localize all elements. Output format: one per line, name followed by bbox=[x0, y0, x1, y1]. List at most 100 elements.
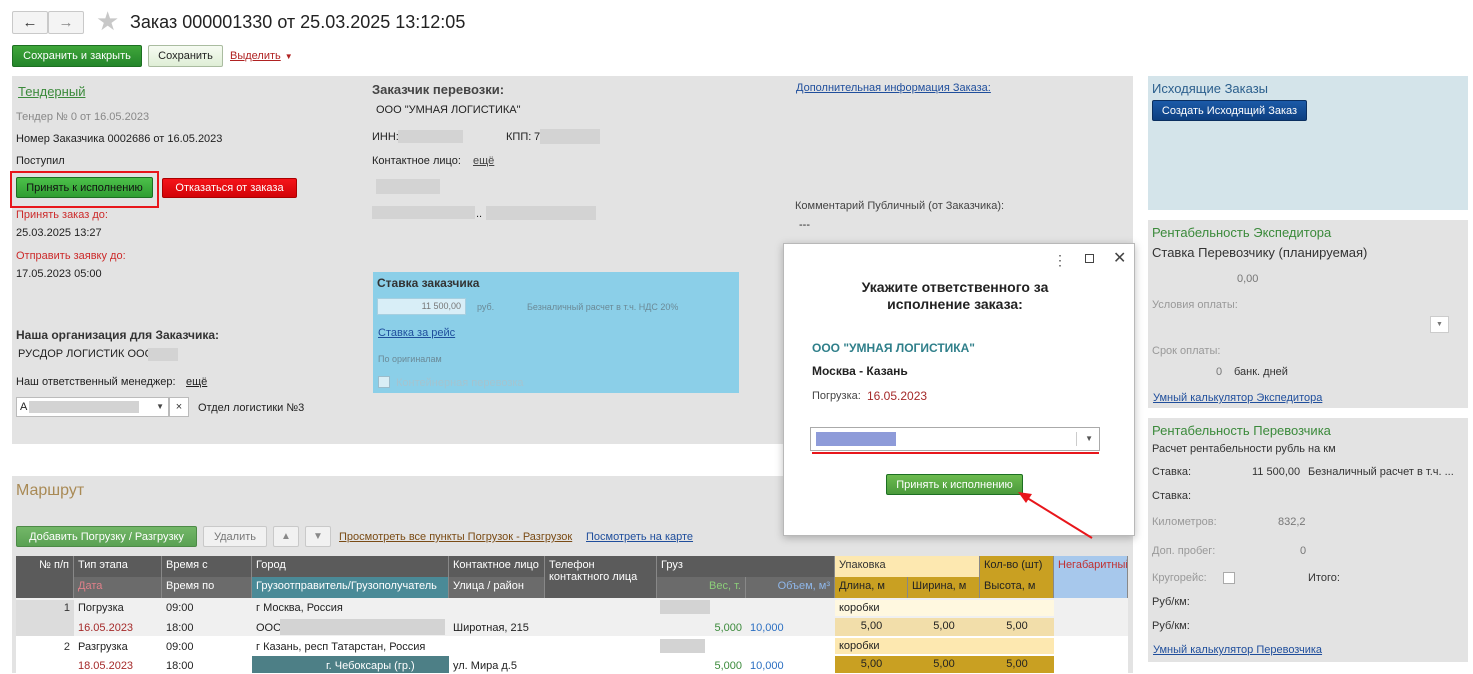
col-time-to: Время по bbox=[162, 577, 252, 598]
row1-time-from: 09:00 bbox=[166, 602, 194, 614]
favorite-star-icon[interactable]: ★ bbox=[96, 6, 119, 37]
our-org-value: РУСДОР ЛОГИСТИК ООО bbox=[18, 348, 154, 360]
row2-date: 18.05.2023 bbox=[78, 660, 134, 672]
pay-terms-select[interactable]: ▼ bbox=[1430, 316, 1449, 333]
rate-payment: Безналичный расчет в т.ч. НДС 20% bbox=[527, 302, 679, 312]
row2-volume: 10,000 bbox=[750, 660, 784, 672]
customer-title: Заказчик перевозки: bbox=[372, 82, 505, 97]
row2-street: ул. Мира д.5 bbox=[453, 660, 517, 672]
col-time-from: Время с bbox=[162, 556, 252, 577]
row2-no: 2 bbox=[63, 641, 70, 653]
col-width: Ширина, м bbox=[908, 577, 980, 598]
required-underline bbox=[812, 452, 1099, 454]
redacted-block bbox=[148, 348, 178, 361]
redacted-block bbox=[660, 639, 705, 653]
container-label: Контейнерная перевозка bbox=[396, 377, 524, 389]
move-up-button[interactable]: ▲ bbox=[273, 526, 299, 547]
row1-pack: коробки bbox=[835, 600, 1054, 616]
manager-more-link[interactable]: ещё bbox=[186, 376, 207, 388]
more-icon[interactable]: ⋮ bbox=[1053, 252, 1067, 269]
row2-pack: коробки bbox=[835, 638, 1054, 654]
status-badge: Поступил bbox=[16, 155, 65, 167]
forward-button[interactable]: → bbox=[48, 11, 84, 34]
round-trip-label: Кругорейс: bbox=[1152, 572, 1207, 584]
delete-stop-button[interactable]: Удалить bbox=[203, 526, 267, 547]
create-outgoing-button[interactable]: Создать Исходящий Заказ bbox=[1152, 100, 1307, 121]
row1-time-to: 18:00 bbox=[166, 622, 194, 634]
redacted-block bbox=[280, 619, 445, 635]
save-button[interactable]: Сохранить bbox=[148, 45, 223, 67]
page-title: Заказ 000001330 от 25.03.2025 13:12:05 bbox=[130, 12, 466, 32]
close-icon: × bbox=[175, 401, 183, 413]
accept-until-label: Принять заказ до: bbox=[16, 209, 108, 221]
row1-date: 16.05.2023 bbox=[78, 622, 134, 634]
rate-title: Ставка заказчика bbox=[377, 276, 480, 290]
inn-label: ИНН: bbox=[372, 131, 399, 143]
customer-name: ООО "УМНАЯ ЛОГИСТИКА" bbox=[376, 104, 521, 116]
expeditor-calc-link[interactable]: Умный калькулятор Экспедитора bbox=[1153, 392, 1322, 404]
responsible-select[interactable]: ▼ bbox=[810, 427, 1100, 451]
km-value: 832,2 bbox=[1278, 516, 1306, 528]
tender-number: Тендер № 0 от 16.05.2023 bbox=[16, 111, 150, 123]
manager-label: Наш ответственный менеджер: bbox=[16, 376, 176, 388]
view-map-link[interactable]: Посмотреть на карте bbox=[586, 531, 693, 543]
col-phone: Телефон контактного лица bbox=[545, 556, 657, 598]
col-date: Дата bbox=[74, 577, 162, 598]
phone-separator: .. bbox=[476, 208, 483, 220]
extra-info-link[interactable]: Дополнительная информация Заказа: bbox=[796, 82, 991, 94]
col-height: Высота, м bbox=[980, 577, 1054, 598]
extra-mileage-label: Доп. пробег: bbox=[1152, 545, 1216, 557]
move-down-button[interactable]: ▼ bbox=[305, 526, 331, 547]
pay-terms-label: Условия оплаты: bbox=[1152, 299, 1238, 311]
send-until-label: Отправить заявку до: bbox=[16, 250, 126, 262]
rub-km-label-2: Руб/км: bbox=[1152, 620, 1190, 632]
arrow-right-icon: → bbox=[58, 14, 74, 31]
row2-city: г Казань, респ Татарстан, Россия bbox=[256, 641, 426, 653]
add-stop-button[interactable]: Добавить Погрузку / Разгрузку bbox=[16, 526, 197, 547]
view-points-link[interactable]: Просмотреть все пункты Погрузок - Разгру… bbox=[339, 531, 572, 543]
arrow-left-icon: ← bbox=[22, 14, 38, 31]
row2-height: 5,00 bbox=[980, 656, 1054, 673]
manager-select[interactable]: А ▼ bbox=[16, 397, 169, 417]
row1-no: 1 bbox=[16, 600, 74, 636]
decline-order-button[interactable]: Отказаться от заказа bbox=[162, 178, 297, 198]
col-contact: Контактное лицо bbox=[449, 556, 545, 577]
select-menu[interactable]: Выделить ▼ bbox=[230, 50, 293, 62]
col-weight: Вес, т. bbox=[657, 577, 746, 598]
back-button[interactable]: ← bbox=[12, 11, 48, 34]
select-divider bbox=[1076, 432, 1077, 446]
department-label: Отдел логистики №3 bbox=[198, 402, 305, 414]
redacted-block bbox=[376, 179, 440, 194]
row2-length: 5,00 bbox=[835, 656, 908, 673]
rate-per-trip-link[interactable]: Ставка за рейс bbox=[378, 327, 455, 339]
round-trip-checkbox[interactable] bbox=[1223, 572, 1235, 584]
accept-order-button[interactable]: Принять к исполнению bbox=[16, 177, 153, 198]
arrow-down-icon: ▼ bbox=[313, 531, 323, 542]
expeditor-title: Рентабельность Экспедитора bbox=[1152, 225, 1332, 240]
contact-more-link[interactable]: ещё bbox=[473, 155, 494, 167]
dialog-accept-button[interactable]: Принять к исполнению bbox=[886, 474, 1023, 495]
row1-volume: 10,000 bbox=[750, 622, 784, 634]
redacted-block bbox=[372, 206, 475, 219]
tender-link[interactable]: Тендерный bbox=[18, 84, 85, 99]
expeditor-rate-label: Ставка Перевозчику (планируемая) bbox=[1152, 245, 1368, 260]
redacted-block bbox=[29, 401, 139, 413]
row2-shipper: г. Чебоксары (гр.) bbox=[326, 660, 415, 672]
manager-clear-button[interactable]: × bbox=[169, 397, 189, 417]
redacted-block bbox=[816, 432, 896, 446]
col-stage: Тип этапа bbox=[74, 556, 162, 577]
col-volume: Объем, м³ bbox=[746, 577, 835, 598]
col-shipper: Грузоотправитель/Грузополучатель bbox=[252, 577, 449, 598]
maximize-icon[interactable] bbox=[1085, 254, 1094, 263]
save-close-button[interactable]: Сохранить и закрыть bbox=[12, 45, 142, 67]
container-checkbox[interactable] bbox=[378, 376, 390, 388]
extra-mileage-value: 0 bbox=[1300, 545, 1307, 557]
carrier-calc-link[interactable]: Умный калькулятор Перевозчика bbox=[1153, 644, 1322, 656]
comment-value: --- bbox=[799, 219, 810, 231]
dropdown-arrow-icon[interactable]: ▼ bbox=[156, 402, 164, 411]
carrier-subtitle: Расчет рентабельности рубль на км bbox=[1152, 443, 1336, 455]
rate-amount-field[interactable]: 11 500,00 bbox=[377, 298, 466, 315]
row1-length: 5,00 bbox=[835, 618, 908, 636]
close-icon[interactable]: ✕ bbox=[1113, 248, 1126, 268]
rate-originals: По оригиналам bbox=[378, 354, 442, 364]
